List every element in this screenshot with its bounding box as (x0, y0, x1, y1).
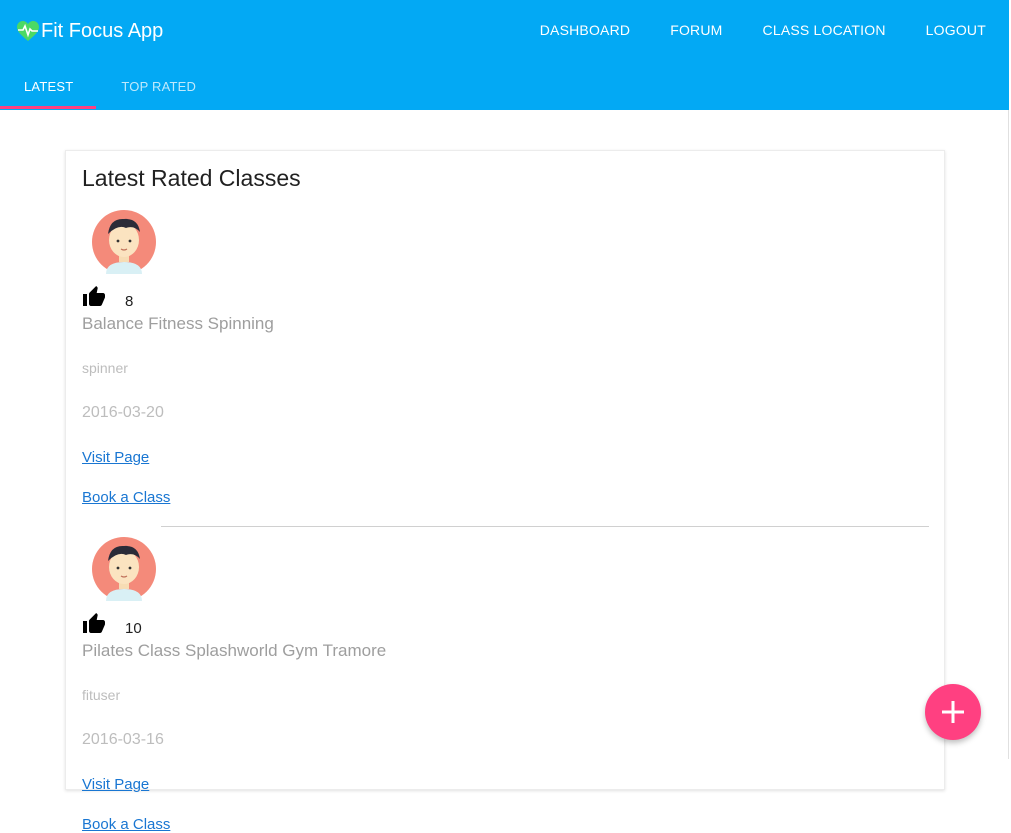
tab-bar: LATEST TOP RATED (0, 62, 220, 110)
nav-forum[interactable]: FORUM (670, 22, 722, 38)
app-title: Fit Focus App (41, 19, 164, 42)
book-class-link[interactable]: Book a Class (82, 816, 170, 833)
class-user: fituser (82, 687, 121, 703)
thumbs-up-icon[interactable] (82, 285, 106, 309)
top-nav: DASHBOARD FORUM CLASS LOCATION LOGOUT (500, 22, 986, 38)
nav-class-location[interactable]: CLASS LOCATION (763, 22, 886, 38)
like-count: 10 (125, 620, 142, 637)
class-user: spinner (82, 360, 128, 376)
visit-page-link[interactable]: Visit Page (82, 449, 149, 466)
scrollbar-edge (1008, 110, 1009, 759)
heart-pulse-icon (17, 21, 39, 41)
page-title: Latest Rated Classes (82, 165, 301, 191)
nav-dashboard[interactable]: DASHBOARD (540, 22, 630, 38)
latest-rated-card: Latest Rated Classes 8 Balance Fitness S… (65, 150, 945, 833)
tab-top-rated[interactable]: TOP RATED (97, 62, 220, 110)
brand-link[interactable]: Fit Focus App (16, 18, 163, 44)
add-button[interactable] (925, 684, 981, 740)
class-date: 2016-03-20 (82, 404, 164, 421)
nav-logout[interactable]: LOGOUT (926, 22, 986, 38)
book-class-link[interactable]: Book a Class (82, 489, 170, 506)
class-name: Balance Fitness Spinning (82, 314, 274, 333)
visit-page-link[interactable]: Visit Page (82, 776, 149, 793)
class-date: 2016-03-16 (82, 731, 164, 748)
plus-icon (942, 701, 964, 723)
app-bar: Fit Focus App DASHBOARD FORUM CLASS LOCA… (0, 0, 1009, 110)
user-avatar-icon (92, 210, 156, 274)
user-avatar-icon (92, 537, 156, 601)
class-name: Pilates Class Splashworld Gym Tramore (82, 641, 387, 660)
active-tab-indicator (0, 106, 96, 109)
tab-latest[interactable]: LATEST (0, 62, 97, 110)
thumbs-up-icon[interactable] (82, 612, 106, 636)
like-count: 8 (125, 293, 134, 310)
entry-divider (161, 526, 929, 527)
